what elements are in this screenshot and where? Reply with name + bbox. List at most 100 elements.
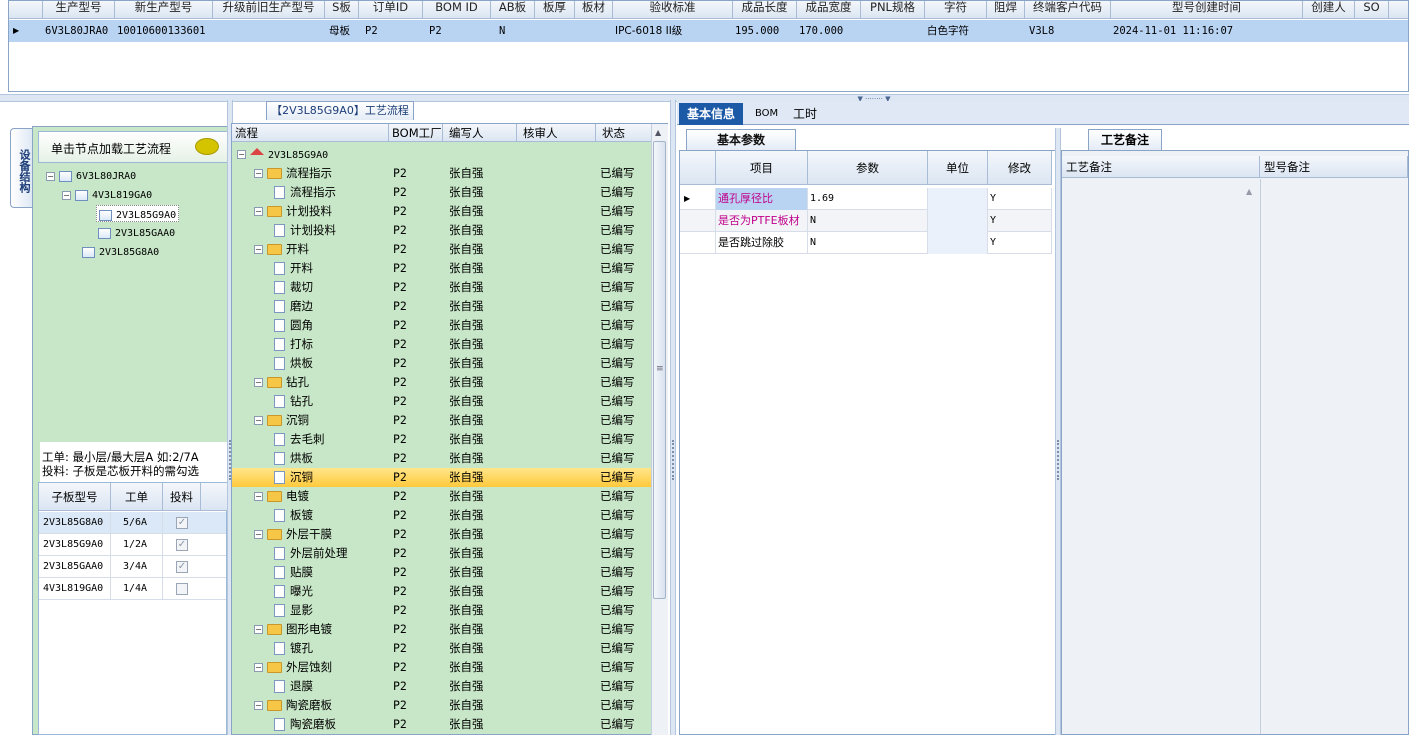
feed-checkbox[interactable]: ✓ (176, 517, 188, 529)
cell-model[interactable]: 6V3L80JRA0 (45, 20, 108, 42)
col-pnl[interactable]: PNL规格 (861, 1, 925, 19)
cell-bom-id[interactable]: P2 (429, 20, 442, 42)
cell-item[interactable]: 通孔厚径比 (716, 188, 808, 210)
flow-row[interactable]: 曝光 P2 张自强 已编写 (232, 582, 652, 601)
flow-row[interactable]: 磨边 P2 张自强 已编写 (232, 297, 652, 316)
feed-checkbox[interactable]: ✓ (176, 561, 188, 573)
col-so[interactable]: SO (1355, 1, 1389, 19)
tab-device-structure[interactable]: 设备结构 (10, 128, 32, 208)
cell-sub-model[interactable]: 2V3L85G9A0 (39, 534, 111, 556)
cell-edit[interactable]: Y (988, 232, 1052, 254)
cell-ab[interactable]: N (499, 20, 505, 42)
flow-row[interactable]: − 外层蚀刻 P2 张自强 已编写 (232, 658, 652, 677)
col-material[interactable]: 板材 (575, 1, 613, 19)
collapse-icon[interactable]: − (254, 416, 263, 425)
flow-row[interactable]: − 电镀 P2 张自强 已编写 (232, 487, 652, 506)
cell-order[interactable]: 5/6A (111, 512, 163, 534)
cell-order[interactable]: 1/4A (111, 578, 163, 600)
col-ab[interactable]: AB板 (491, 1, 535, 19)
tree-node-2v3l85g8a0[interactable]: 2V3L85G8A0 (82, 243, 159, 260)
col-sub-model[interactable]: 子板型号 (39, 483, 111, 511)
table-row[interactable]: 是否为PTFE板材 N Y (680, 210, 1052, 232)
cell-sub-model[interactable]: 2V3L85GAA0 (39, 556, 111, 578)
collapse-icon[interactable]: − (254, 663, 263, 672)
scrollbar-thumb[interactable]: ≡ (653, 141, 666, 599)
table-row[interactable]: 2V3L85G9A0 1/2A ✓ (39, 534, 226, 556)
cell-new-model[interactable]: 10010600133601 (117, 20, 206, 42)
collapse-icon[interactable]: − (254, 701, 263, 710)
tree-node-4v3l819ga0[interactable]: − 4V3L819GA0 (62, 186, 152, 203)
flow-row[interactable]: 贴膜 P2 张自强 已编写 (232, 563, 652, 582)
collapse-icon[interactable]: − (62, 190, 71, 200)
cell-value[interactable]: N (808, 232, 928, 254)
flow-root-row[interactable]: − 2V3L85G9A0 (232, 145, 652, 164)
col-value[interactable]: 参数 (808, 151, 928, 185)
col-creator[interactable]: 创建人 (1303, 1, 1355, 19)
cell-char[interactable]: 白色字符 (927, 20, 969, 42)
flow-row[interactable]: − 图形电镀 P2 张自强 已编写 (232, 620, 652, 639)
collapse-icon[interactable]: − (46, 171, 55, 181)
scroll-up-icon[interactable]: ▲ (655, 128, 661, 137)
cell-value[interactable]: N (808, 210, 928, 232)
flow-row[interactable]: − 沉铜 P2 张自强 已编写 (232, 411, 652, 430)
col-order-id[interactable]: 订单ID (359, 1, 423, 19)
col-feed[interactable]: 投料 (163, 483, 201, 511)
col-extra[interactable] (201, 483, 228, 511)
collapse-icon[interactable]: − (254, 530, 263, 539)
col-thickness[interactable]: 板厚 (535, 1, 575, 19)
col-process-note[interactable]: 工艺备注 (1062, 156, 1260, 178)
cell-item[interactable]: 是否跳过除胶 (716, 232, 808, 254)
collapse-icon[interactable]: − (254, 625, 263, 634)
header-corner[interactable] (9, 1, 43, 19)
cell-unit[interactable] (928, 188, 988, 210)
col-model[interactable]: 生产型号 (43, 1, 115, 19)
col-model-note[interactable]: 型号备注 (1260, 156, 1408, 178)
collapse-icon[interactable]: − (254, 207, 263, 216)
col-reviewer[interactable]: 核审人 (517, 124, 596, 142)
flow-row[interactable]: − 钻孔 P2 张自强 已编写 (232, 373, 652, 392)
feed-checkbox[interactable] (176, 583, 188, 595)
flow-row[interactable]: 烘板 P2 张自强 已编写 (232, 354, 652, 373)
col-status[interactable]: 状态 (596, 124, 652, 142)
cell-unit[interactable] (928, 232, 988, 254)
col-writer[interactable]: 编写人 (443, 124, 517, 142)
col-new-model[interactable]: 新生产型号 (115, 1, 213, 19)
flow-row[interactable]: 开料 P2 张自强 已编写 (232, 259, 652, 278)
table-row[interactable]: 4V3L819GA0 1/4A (39, 578, 226, 600)
header-corner[interactable] (680, 151, 716, 185)
cell-width[interactable]: 170.000 (799, 20, 843, 42)
notes-title-tab[interactable]: 工艺备注 (1088, 129, 1162, 150)
tree-node-2v3l85gaa0[interactable]: 2V3L85GAA0 (98, 224, 175, 241)
col-bom-factory[interactable]: BOM工厂 (389, 124, 443, 142)
cell-order[interactable]: 1/2A (111, 534, 163, 556)
flow-row[interactable]: 外层前处理 P2 张自强 已编写 (232, 544, 652, 563)
collapse-icon[interactable]: − (237, 150, 246, 159)
flow-row[interactable]: 退膜 P2 张自强 已编写 (232, 677, 652, 696)
table-row[interactable]: 是否跳过除胶 N Y (680, 232, 1052, 254)
col-created[interactable]: 型号创建时间 (1111, 1, 1303, 19)
collapse-icon[interactable]: − (254, 492, 263, 501)
cell-order-id[interactable]: P2 (365, 20, 378, 42)
col-length[interactable]: 成品长度 (733, 1, 797, 19)
params-title-tab[interactable]: 基本参数 (686, 129, 796, 150)
col-mask[interactable]: 阻焊 (987, 1, 1025, 19)
cell-sub-model[interactable]: 4V3L819GA0 (39, 578, 111, 600)
tab-basic-info[interactable]: 基本信息 (679, 103, 744, 125)
table-row[interactable]: ▶ 通孔厚径比 1.69 Y (680, 188, 1052, 210)
flow-row[interactable]: 流程指示 P2 张自强 已编写 (232, 183, 652, 202)
cell-s-board[interactable]: 母板 (329, 20, 350, 42)
flow-row[interactable]: 裁切 P2 张自强 已编写 (232, 278, 652, 297)
flow-row[interactable]: − 外层干膜 P2 张自强 已编写 (232, 525, 652, 544)
col-order[interactable]: 工单 (111, 483, 163, 511)
feed-checkbox[interactable]: ✓ (176, 539, 188, 551)
cell-sub-model[interactable]: 2V3L85G8A0 (39, 512, 111, 534)
collapse-icon[interactable]: − (254, 378, 263, 387)
col-customer[interactable]: 终端客户代码 (1025, 1, 1111, 19)
col-flow[interactable]: 流程 (232, 124, 389, 142)
flow-row[interactable]: 计划投料 P2 张自强 已编写 (232, 221, 652, 240)
flow-row[interactable]: 钻孔 P2 张自强 已编写 (232, 392, 652, 411)
col-item[interactable]: 项目 (716, 151, 808, 185)
cell-item[interactable]: 是否为PTFE板材 (716, 210, 808, 232)
table-row[interactable]: 2V3L85G8A0 5/6A ✓ (39, 512, 226, 534)
flow-row[interactable]: − 流程指示 P2 张自强 已编写 (232, 164, 652, 183)
